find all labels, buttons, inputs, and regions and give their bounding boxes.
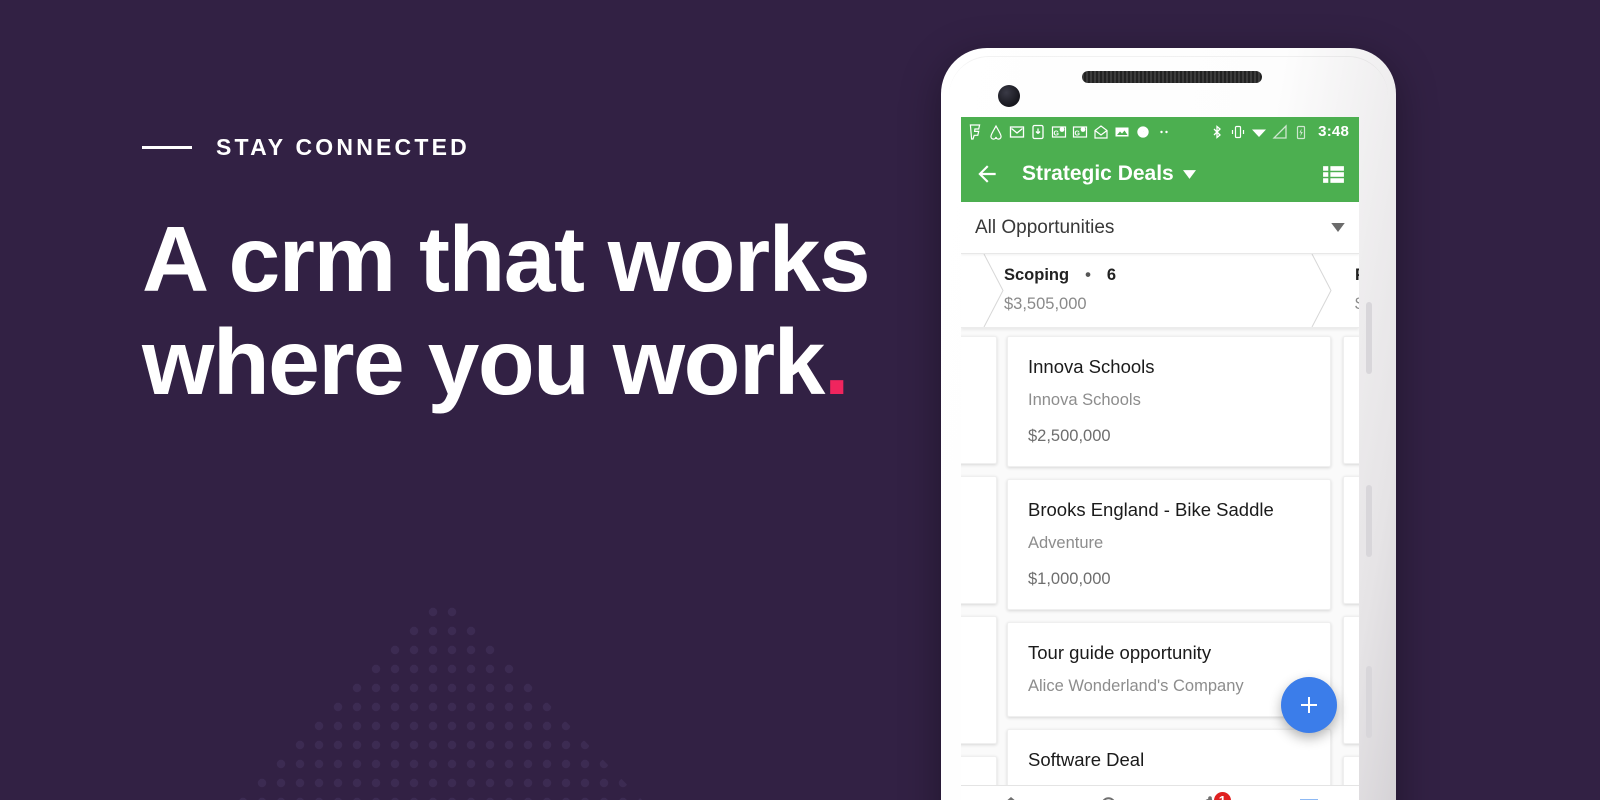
wifi-icon	[1252, 129, 1267, 137]
chevron-down-icon	[1331, 223, 1345, 232]
stage-amount: $3,505,000	[1004, 295, 1087, 313]
foursquare-icon	[969, 123, 981, 140]
opportunity-name: Software Deal	[1028, 749, 1145, 770]
phone-side-button	[1366, 485, 1372, 557]
front-camera-icon	[998, 85, 1020, 107]
headline-line-2: where you work	[142, 310, 825, 414]
path-stage-next[interactable]: P $	[1333, 254, 1359, 327]
eyebrow-row: STAY CONNECTED	[142, 132, 869, 162]
card-placeholder	[1343, 616, 1359, 744]
gmail-icon	[1009, 125, 1025, 138]
table-row[interactable]: Innova Schools Innova Schools $2,500,000	[1007, 336, 1331, 467]
download-icon	[1032, 124, 1044, 139]
card-placeholder	[1343, 756, 1359, 785]
kanban-column-next	[1343, 336, 1359, 785]
signal-icon	[1272, 123, 1287, 139]
stage-name: P	[1355, 266, 1359, 285]
list-view-icon[interactable]	[1321, 162, 1346, 187]
kanban-column-previous	[961, 336, 997, 785]
status-bar-time: 3:48	[1318, 123, 1349, 140]
stage-separator: •	[1085, 266, 1091, 284]
notification-badge: 1	[1211, 790, 1233, 800]
hamburger-icon	[1300, 799, 1319, 800]
account-name: Adventure	[1028, 534, 1104, 552]
card-list	[1343, 336, 1359, 785]
phone-side-button	[1366, 666, 1372, 738]
opportunity-kanban[interactable]: Scoping • 6 $3,505,000 P $	[961, 254, 1359, 785]
status-bar: G G 3:48	[961, 117, 1359, 146]
opportunity-amount: $2,500,000	[1028, 427, 1111, 445]
sales-path-header: Scoping • 6 $3,505,000 P $	[961, 254, 1359, 328]
more-dots-icon	[1160, 130, 1168, 133]
page-title: A crm that works where you work.	[142, 207, 871, 414]
app-bar-title-group[interactable]: Strategic Deals	[1022, 162, 1196, 186]
stage-chevron-left	[983, 254, 1004, 327]
opportunity-name: Innova Schools	[1028, 356, 1155, 377]
path-stage-scoping[interactable]: Scoping • 6 $3,505,000	[961, 254, 1333, 327]
card-placeholder	[1343, 336, 1359, 464]
opportunity-name: Brooks England - Bike Saddle	[1028, 499, 1274, 520]
nav-item-dashboard[interactable]: Dashboard	[961, 794, 1061, 800]
opportunity-amount: $1,000,000	[1028, 570, 1111, 588]
dot-triangle-decoration	[238, 592, 642, 800]
filter-dropdown[interactable]: All Opportunities	[961, 202, 1359, 254]
home-icon	[1007, 797, 1015, 800]
svg-text:G: G	[1075, 130, 1081, 137]
account-name: Innova Schools	[1028, 391, 1141, 409]
search-icon	[1103, 797, 1115, 800]
earpiece-speaker	[1082, 71, 1262, 83]
vibrate-icon	[1232, 125, 1245, 138]
nav-item-search[interactable]: Search	[1061, 794, 1161, 800]
app-bar: Strategic Deals	[961, 146, 1359, 202]
headline-period: .	[823, 310, 850, 414]
stage-title-row: P	[1355, 266, 1359, 285]
stage-amount: $	[1355, 295, 1359, 314]
pinwheel-icon	[1137, 125, 1149, 138]
filter-selected-value: All Opportunities	[975, 216, 1115, 238]
stage-title-row: Scoping • 6	[1004, 266, 1333, 285]
stage-chevron-right	[1311, 254, 1332, 327]
mail-open-icon	[1094, 124, 1108, 139]
card-placeholder	[1343, 476, 1359, 604]
phone-side-button	[1366, 302, 1372, 374]
nav-item-more[interactable]: More	[1260, 794, 1360, 800]
google-maps-icon: G	[1072, 125, 1088, 138]
phone-screen: G G 3:48 Strategic Deals All Opportuniti…	[961, 117, 1359, 800]
battery-charging-icon	[1297, 125, 1306, 139]
hero-copy: STAY CONNECTED A crm that works where yo…	[142, 132, 871, 414]
table-row[interactable]: Software Deal Alice Wonderland's Company	[1007, 729, 1331, 785]
phone-mockup: G G 3:48 Strategic Deals All Opportuniti…	[941, 48, 1396, 800]
bottom-navigation: Dashboard Search 1 Notifications More	[961, 785, 1359, 800]
account-name: Alice Wonderland's Company	[1028, 677, 1244, 695]
back-arrow-icon[interactable]	[974, 161, 1000, 187]
table-row[interactable]: Brooks England - Bike Saddle Adventure $…	[1007, 479, 1331, 610]
google-maps-icon: G	[1051, 125, 1067, 138]
chevron-down-icon	[1182, 169, 1196, 179]
plus-icon	[1301, 697, 1317, 713]
airbnb-icon	[990, 124, 1002, 140]
eyebrow-rule	[142, 145, 192, 149]
headline-line-1: A crm that works	[142, 207, 871, 311]
svg-text:G: G	[1054, 130, 1060, 137]
bluetooth-icon	[1213, 124, 1222, 139]
photo-icon	[1115, 127, 1129, 136]
card-list	[961, 336, 997, 785]
app-bar-title: Strategic Deals	[1022, 162, 1174, 185]
opportunity-name: Tour guide opportunity	[1028, 642, 1212, 663]
new-opportunity-fab[interactable]	[1281, 677, 1337, 733]
stage-count: 6	[1106, 266, 1117, 284]
eyebrow-text: STAY CONNECTED	[216, 133, 470, 160]
nav-item-notifications[interactable]: 1 Notifications	[1160, 790, 1260, 800]
stage-name: Scoping	[1004, 266, 1070, 284]
card-list: Innova Schools Innova Schools $2,500,000…	[1007, 336, 1331, 785]
